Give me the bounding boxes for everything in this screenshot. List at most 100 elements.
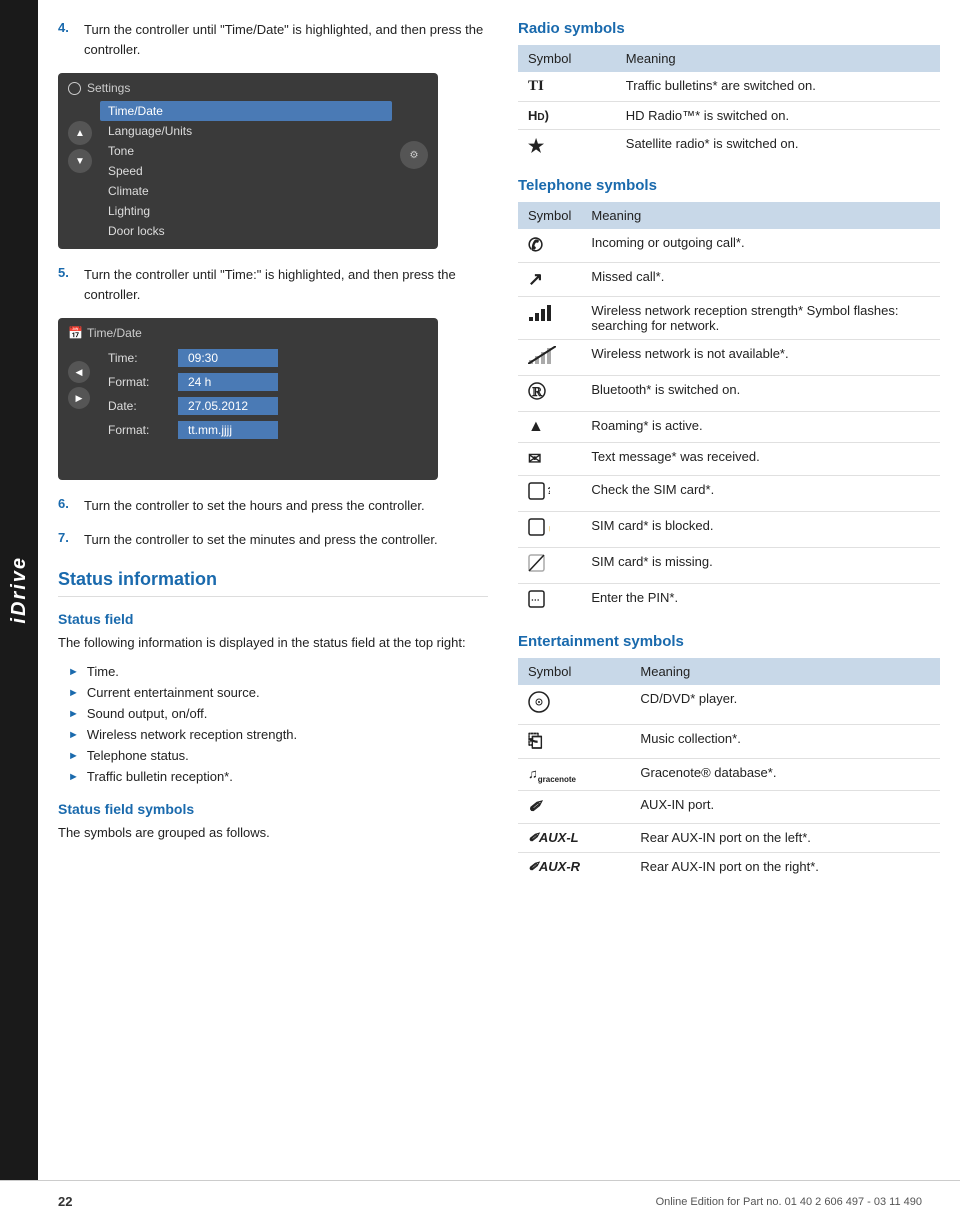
td-label-time: Time: xyxy=(98,351,178,365)
left-column: 4. Turn the controller until "Time/Date"… xyxy=(58,20,488,895)
radio-symbols-heading: Radio symbols xyxy=(518,20,940,37)
tel-meaning-call: Incoming or outgoing call*. xyxy=(581,229,940,263)
tel-sym-roaming: ▲ xyxy=(518,412,581,443)
bullet-arrow-5: ► xyxy=(68,750,79,762)
telephone-symbols-table: Symbol Meaning ✆ Incoming or outgoing ca… xyxy=(518,202,940,619)
status-field-symbols-subheading: Status field symbols xyxy=(58,801,488,817)
ent-meaning-cddvd: CD/DVD* player. xyxy=(630,685,940,725)
radio-sym-hd: HD) xyxy=(518,102,616,130)
tel-sym-simblocked: 🔒 xyxy=(518,512,581,548)
screenshot-timedate: 📅 Time/Date ◀ ▶ Time: 09:30 xyxy=(58,318,438,480)
menu-item-timedate[interactable]: Time/Date xyxy=(100,101,392,121)
step-6-text: Turn the controller to set the hours and… xyxy=(84,496,425,516)
tel-sym-missed: ↗ xyxy=(518,263,581,297)
bullet-traffic: ► Traffic bulletin reception*. xyxy=(68,766,488,787)
ent-col-symbol: Symbol xyxy=(518,658,630,685)
tel-sym-pin: ⋅⋅⋅ xyxy=(518,584,581,620)
td-value-format1[interactable]: 24 h xyxy=(178,373,278,391)
bullet-time: ► Time. xyxy=(68,661,488,682)
bullet-sound: ► Sound output, on/off. xyxy=(68,703,488,724)
td-label-date: Date: xyxy=(98,399,178,413)
tel-meaning-roaming: Roaming* is active. xyxy=(581,412,940,443)
menu-item-tone[interactable]: Tone xyxy=(100,141,392,161)
tel-col-symbol: Symbol xyxy=(518,202,581,229)
td-value-format2[interactable]: tt.mm.jjjj xyxy=(178,421,278,439)
screenshot-settings: Settings ▲ ▼ Time/Date Language/Units To… xyxy=(58,73,438,249)
ent-row-aux: ✐ AUX-IN port. xyxy=(518,791,940,824)
nav-down-btn[interactable]: ▼ xyxy=(68,149,92,173)
tel-meaning-reception: Wireless network reception strength* Sym… xyxy=(581,297,940,340)
ent-col-meaning: Meaning xyxy=(630,658,940,685)
tel-meaning-sms: Text message* was received. xyxy=(581,443,940,476)
tel-sym-reception xyxy=(518,297,581,340)
step-4: 4. Turn the controller until "Time/Date"… xyxy=(58,20,488,59)
tel-row-call: ✆ Incoming or outgoing call*. xyxy=(518,229,940,263)
step-6-num: 6. xyxy=(58,496,74,516)
menu-item-language[interactable]: Language/Units xyxy=(100,121,392,141)
td-nav-right[interactable]: ▶ xyxy=(68,387,90,409)
right-column: Radio symbols Symbol Meaning TI Traffic … xyxy=(518,20,940,895)
bullet-wireless-text: Wireless network reception strength. xyxy=(87,727,297,742)
ent-sym-aux: ✐ xyxy=(518,791,630,824)
ent-meaning-auxl: Rear AUX-IN port on the left*. xyxy=(630,824,940,853)
tel-meaning-pin: Enter the PIN*. xyxy=(581,584,940,620)
step-7-num: 7. xyxy=(58,530,74,550)
svg-text:🔒: 🔒 xyxy=(547,521,550,533)
bullet-telephone: ► Telephone status. xyxy=(68,745,488,766)
status-info-heading: Status information xyxy=(58,569,488,597)
step-5: 5. Turn the controller until "Time:" is … xyxy=(58,265,488,304)
td-row-format1: Format: 24 h xyxy=(98,370,428,394)
bullet-entertainment: ► Current entertainment source. xyxy=(68,682,488,703)
td-row-format2: Format: tt.mm.jjjj xyxy=(98,418,428,442)
screenshot-settings-title: Settings xyxy=(68,81,428,95)
status-field-symbols-body: The symbols are grouped as follows. xyxy=(58,823,488,843)
tel-col-meaning: Meaning xyxy=(581,202,940,229)
screenshot-settings-label: Settings xyxy=(87,81,130,95)
bullet-sound-text: Sound output, on/off. xyxy=(87,706,207,721)
main-content: 4. Turn the controller until "Time/Date"… xyxy=(38,0,960,935)
radio-symbols-table: Symbol Meaning TI Traffic bulletins* are… xyxy=(518,45,940,163)
step-6: 6. Turn the controller to set the hours … xyxy=(58,496,488,516)
svg-text:ℝ: ℝ xyxy=(532,385,543,399)
ent-row-gracenote: ♫gracenote Gracenote® database*. xyxy=(518,759,940,791)
sidebar-label: iDrive xyxy=(8,556,31,624)
entertainment-symbols-heading: Entertainment symbols xyxy=(518,633,940,650)
tel-row-simmissing: SIM card* is missing. xyxy=(518,548,940,584)
sidebar: iDrive xyxy=(0,0,38,1180)
tel-sym-sms: ✉ xyxy=(518,443,581,476)
tel-meaning-simblocked: SIM card* is blocked. xyxy=(581,512,940,548)
settings-icon: ⚙ xyxy=(400,141,428,169)
tel-row-bluetooth: ℝ Bluetooth* is switched on. xyxy=(518,376,940,412)
bullet-wireless: ► Wireless network reception strength. xyxy=(68,724,488,745)
step-5-text: Turn the controller until "Time:" is hig… xyxy=(84,265,488,304)
tel-meaning-simcheck: Check the SIM card*. xyxy=(581,476,940,512)
td-value-date[interactable]: 27.05.2012 xyxy=(178,397,278,415)
menu-item-lighting[interactable]: Lighting xyxy=(100,201,392,221)
ent-row-music: ⎗ Music collection*. xyxy=(518,725,940,759)
status-bullets: ► Time. ► Current entertainment source. … xyxy=(68,661,488,787)
radio-meaning-ti: Traffic bulletins* are switched on. xyxy=(616,72,940,102)
td-nav-left[interactable]: ◀ xyxy=(68,361,90,383)
radio-sym-ti: TI xyxy=(518,72,616,102)
step-4-num: 4. xyxy=(58,20,74,59)
tel-row-reception: Wireless network reception strength* Sym… xyxy=(518,297,940,340)
tel-row-roaming: ▲ Roaming* is active. xyxy=(518,412,940,443)
ent-sym-auxr: ✐AUX-R xyxy=(518,853,630,882)
tel-meaning-simmissing: SIM card* is missing. xyxy=(581,548,940,584)
footer-text: Online Edition for Part no. 01 40 2 606 … xyxy=(656,1196,922,1208)
radio-row-ti: TI Traffic bulletins* are switched on. xyxy=(518,72,940,102)
nav-up-btn[interactable]: ▲ xyxy=(68,121,92,145)
td-value-time[interactable]: 09:30 xyxy=(178,349,278,367)
tel-sym-simmissing xyxy=(518,548,581,584)
tel-meaning-bluetooth: Bluetooth* is switched on. xyxy=(581,376,940,412)
ent-sym-auxl: ✐AUX-L xyxy=(518,824,630,853)
bullet-traffic-text: Traffic bulletin reception*. xyxy=(87,769,233,784)
ent-meaning-gracenote: Gracenote® database*. xyxy=(630,759,940,791)
menu-item-speed[interactable]: Speed xyxy=(100,161,392,181)
tel-row-pin: ⋅⋅⋅ Enter the PIN*. xyxy=(518,584,940,620)
menu-item-climate[interactable]: Climate xyxy=(100,181,392,201)
svg-text:⋅⋅⋅: ⋅⋅⋅ xyxy=(531,595,540,605)
ent-sym-gracenote: ♫gracenote xyxy=(518,759,630,791)
telephone-symbols-heading: Telephone symbols xyxy=(518,177,940,194)
menu-item-doorlocks[interactable]: Door locks xyxy=(100,221,392,241)
